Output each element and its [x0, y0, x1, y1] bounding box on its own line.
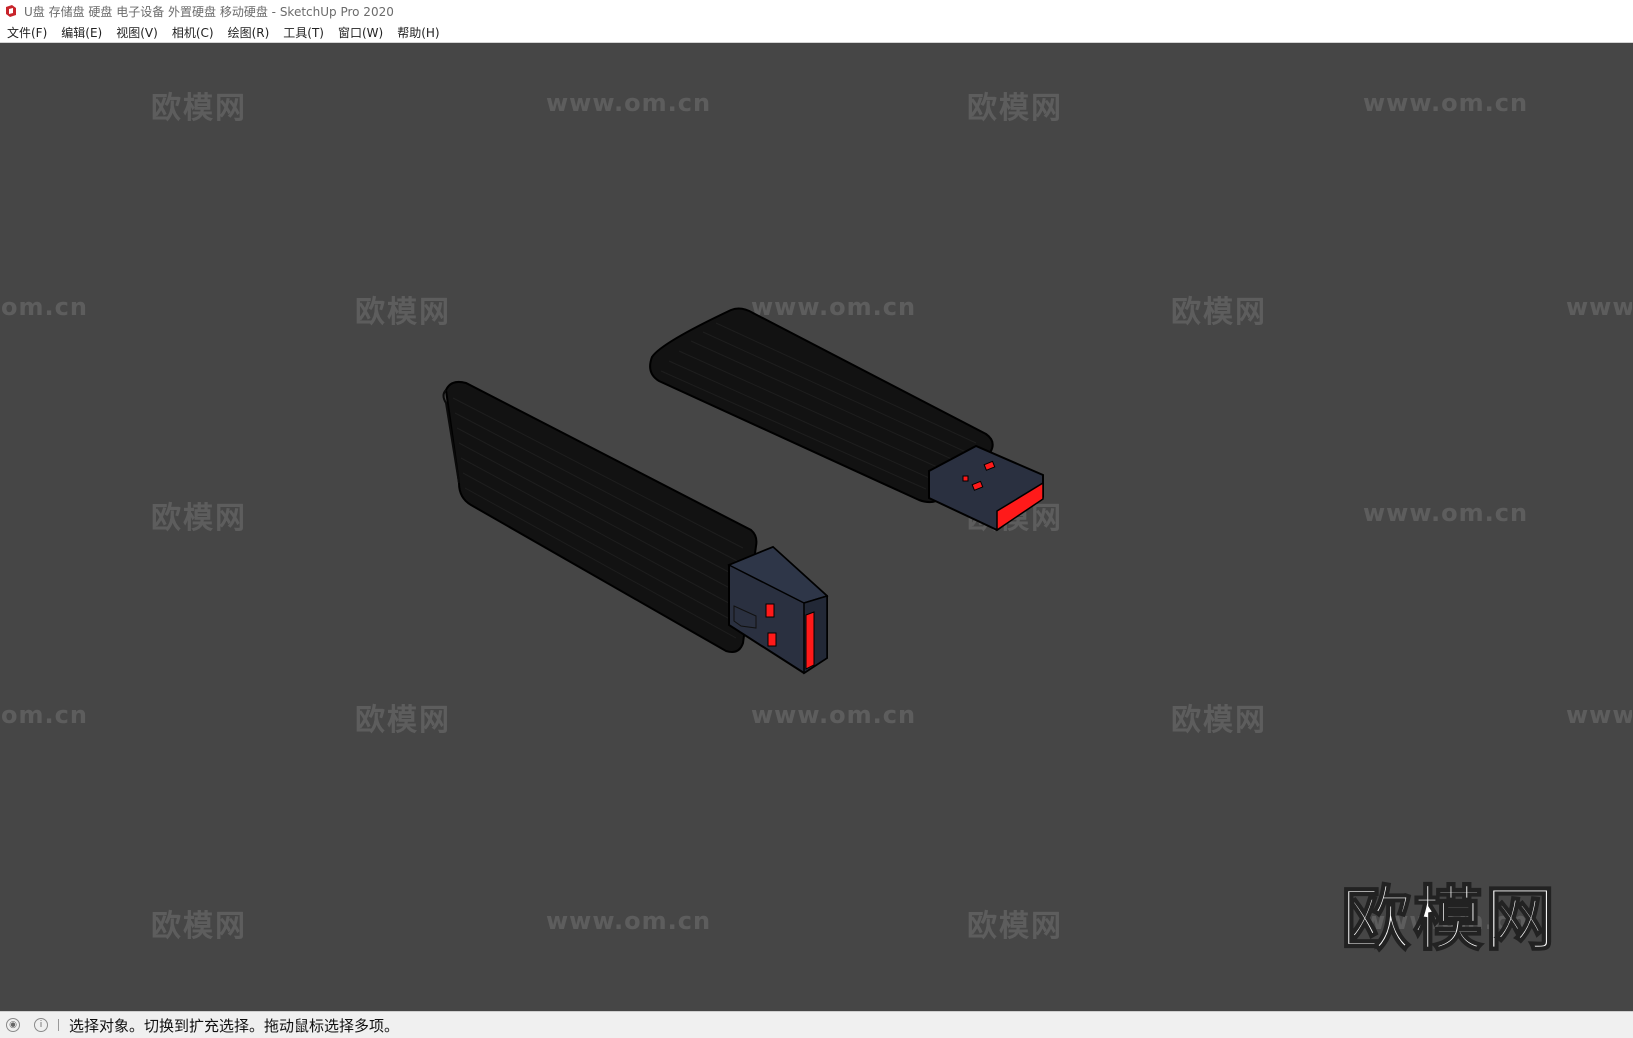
window-title: U盘 存储盘 硬盘 电子设备 外置硬盘 移动硬盘 - SketchUp Pro … — [24, 4, 394, 19]
menu-tools[interactable]: 工具(T) — [276, 24, 331, 41]
geolocation-icon[interactable]: ◉ — [6, 1018, 20, 1032]
status-message: 选择对象。切换到扩充选择。拖动鼠标选择多项。 — [69, 1016, 400, 1035]
menu-help[interactable]: 帮助(H) — [390, 24, 446, 41]
usb-drive-right[interactable] — [649, 307, 1044, 532]
info-icon[interactable]: i — [34, 1018, 48, 1032]
title-bar: U盘 存储盘 硬盘 电子设备 外置硬盘 移动硬盘 - SketchUp Pro … — [0, 0, 1633, 22]
menu-window[interactable]: 窗口(W) — [331, 24, 390, 41]
menu-edit[interactable]: 编辑(E) — [54, 24, 109, 41]
status-divider — [58, 1019, 59, 1031]
menu-draw[interactable]: 绘图(R) — [221, 24, 277, 41]
brand-logo: 欧模网 — [1340, 877, 1557, 961]
menu-file[interactable]: 文件(F) — [0, 24, 54, 41]
menu-view[interactable]: 视图(V) — [109, 24, 165, 41]
sketchup-icon — [6, 5, 16, 17]
menu-bar: 文件(F) 编辑(E) 视图(V) 相机(C) 绘图(R) 工具(T) 窗口(W… — [0, 22, 1633, 43]
model-viewport[interactable]: 欧模网 www.om.cn 欧模网 www.om.cn om.cn 欧模网 ww… — [1, 43, 1632, 1011]
menu-camera[interactable]: 相机(C) — [165, 24, 221, 41]
status-bar: ◉ i 选择对象。切换到扩充选择。拖动鼠标选择多项。 — [0, 1011, 1633, 1038]
